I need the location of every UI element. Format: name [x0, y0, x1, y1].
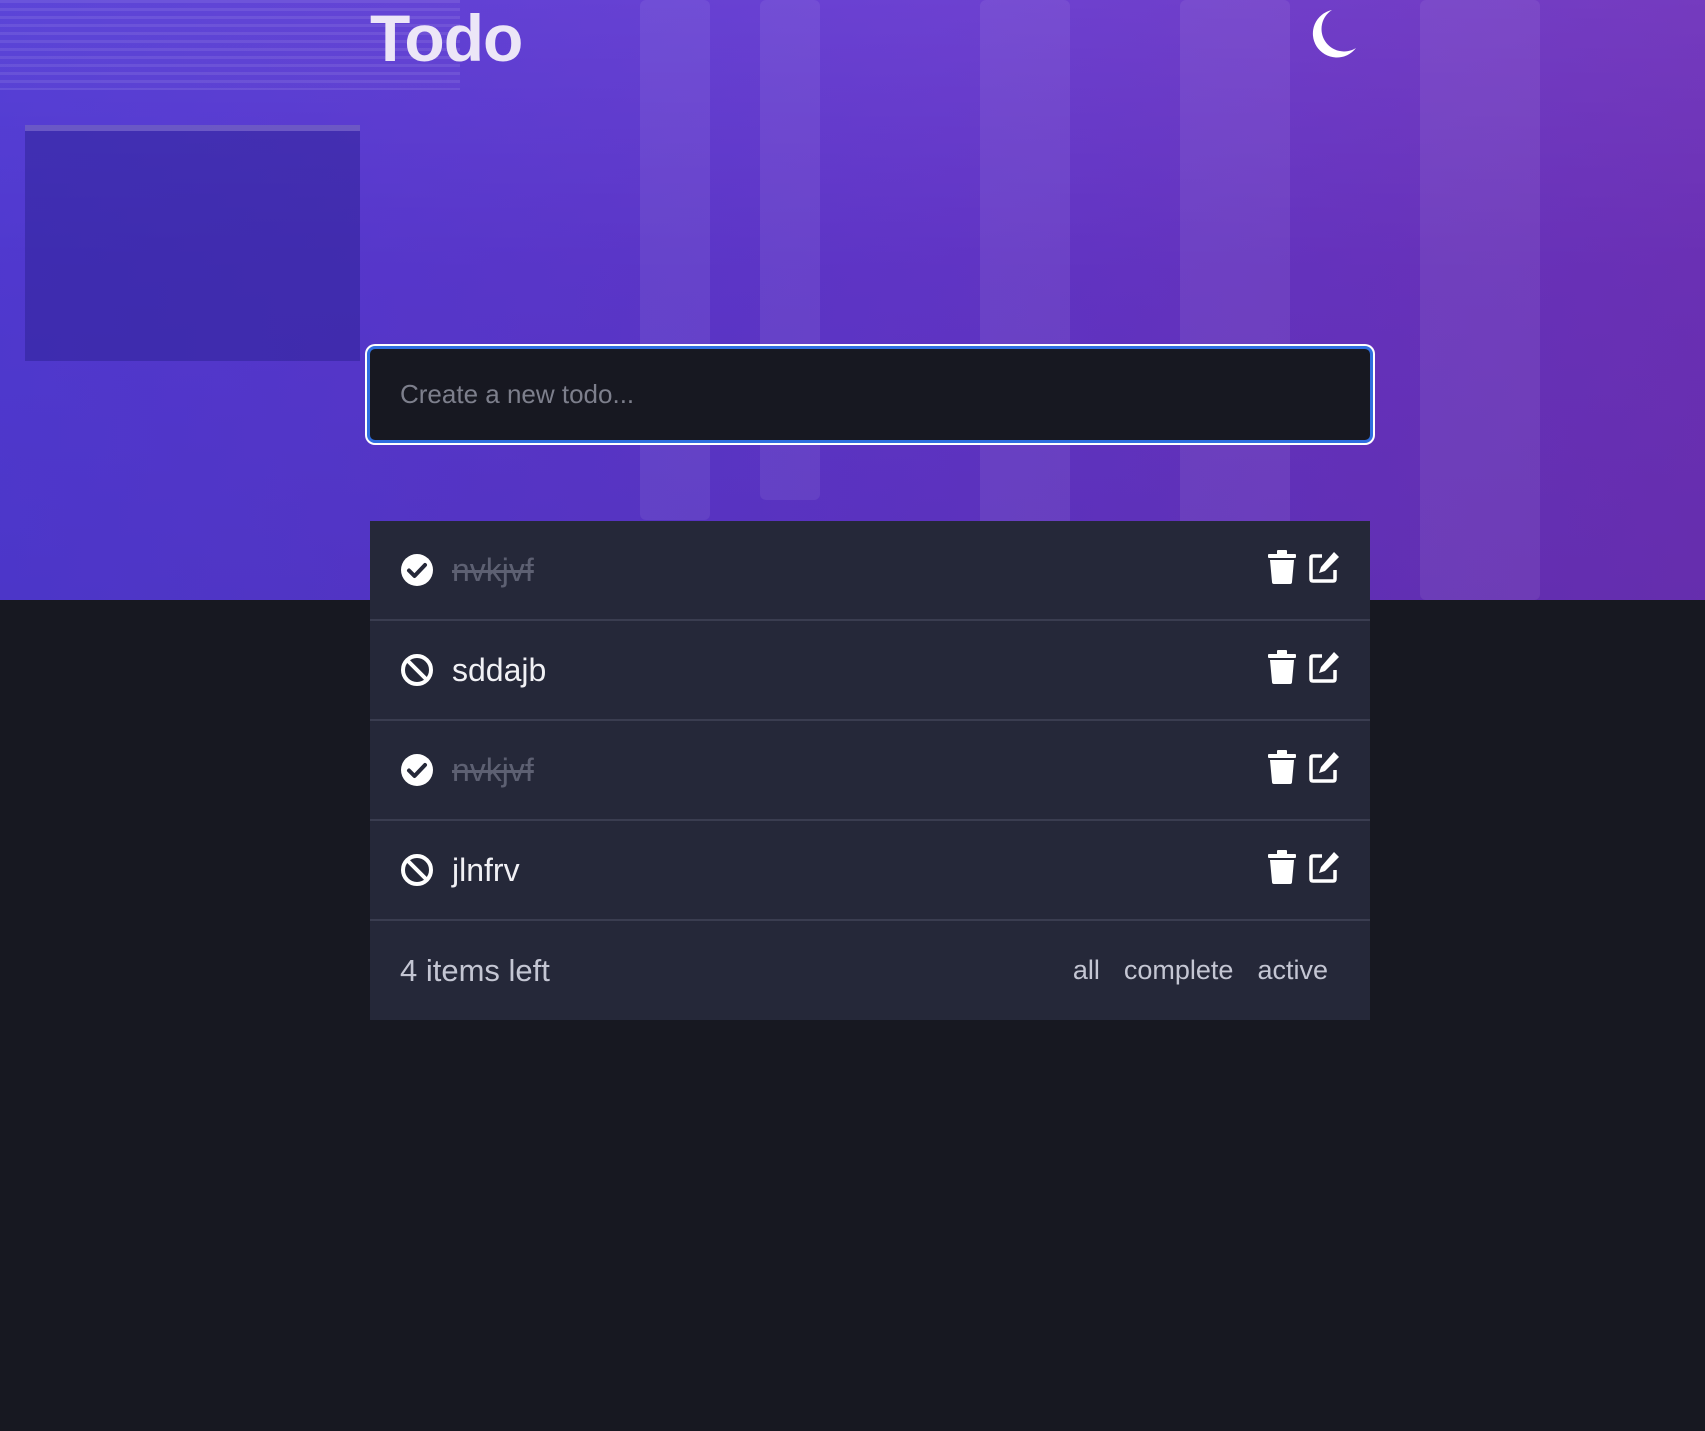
- items-left-count: 4 items left: [400, 952, 550, 988]
- new-todo-field: [367, 346, 1373, 443]
- theme-toggle-button[interactable]: [1302, 6, 1358, 62]
- todo-footer: 4 items left all complete active: [370, 921, 1370, 1020]
- todo-text: nvkjvf: [452, 751, 534, 788]
- filter-active[interactable]: active: [1257, 955, 1328, 986]
- hero-decoration-storefront: [25, 125, 360, 361]
- filter-group: all complete active: [1073, 955, 1328, 986]
- edit-icon[interactable]: [1308, 550, 1340, 584]
- todo-item: sddajb: [370, 621, 1370, 721]
- hero-banner: [0, 0, 1705, 600]
- trash-icon[interactable]: [1266, 650, 1298, 684]
- hero-decoration-pillar: [1420, 0, 1540, 600]
- page-title: Todo: [370, 1, 523, 75]
- new-todo-input[interactable]: [370, 349, 1370, 440]
- ban-icon[interactable]: [400, 853, 434, 887]
- moon-icon: [1312, 10, 1356, 58]
- filter-all[interactable]: all: [1073, 955, 1100, 986]
- edit-icon[interactable]: [1308, 750, 1340, 784]
- trash-icon[interactable]: [1266, 750, 1298, 784]
- todo-text: nvkjvf: [452, 551, 534, 588]
- filter-complete[interactable]: complete: [1124, 955, 1234, 986]
- ban-icon[interactable]: [400, 653, 434, 687]
- hero-decoration-pillar: [1180, 0, 1290, 590]
- hero-decoration-pillar: [980, 0, 1070, 560]
- trash-icon[interactable]: [1266, 850, 1298, 884]
- trash-icon[interactable]: [1266, 550, 1298, 584]
- check-circle-icon[interactable]: [400, 553, 434, 587]
- todo-text: sddajb: [452, 651, 547, 688]
- edit-icon[interactable]: [1308, 850, 1340, 884]
- check-circle-icon[interactable]: [400, 753, 434, 787]
- todo-item: nvkjvf: [370, 521, 1370, 621]
- edit-icon[interactable]: [1308, 650, 1340, 684]
- todo-item: jlnfrv: [370, 821, 1370, 921]
- todo-list: nvkjvf sddajb nvkjvf jlnfrv 4 items left…: [370, 521, 1370, 1020]
- todo-text: jlnfrv: [452, 851, 520, 888]
- todo-item: nvkjvf: [370, 721, 1370, 821]
